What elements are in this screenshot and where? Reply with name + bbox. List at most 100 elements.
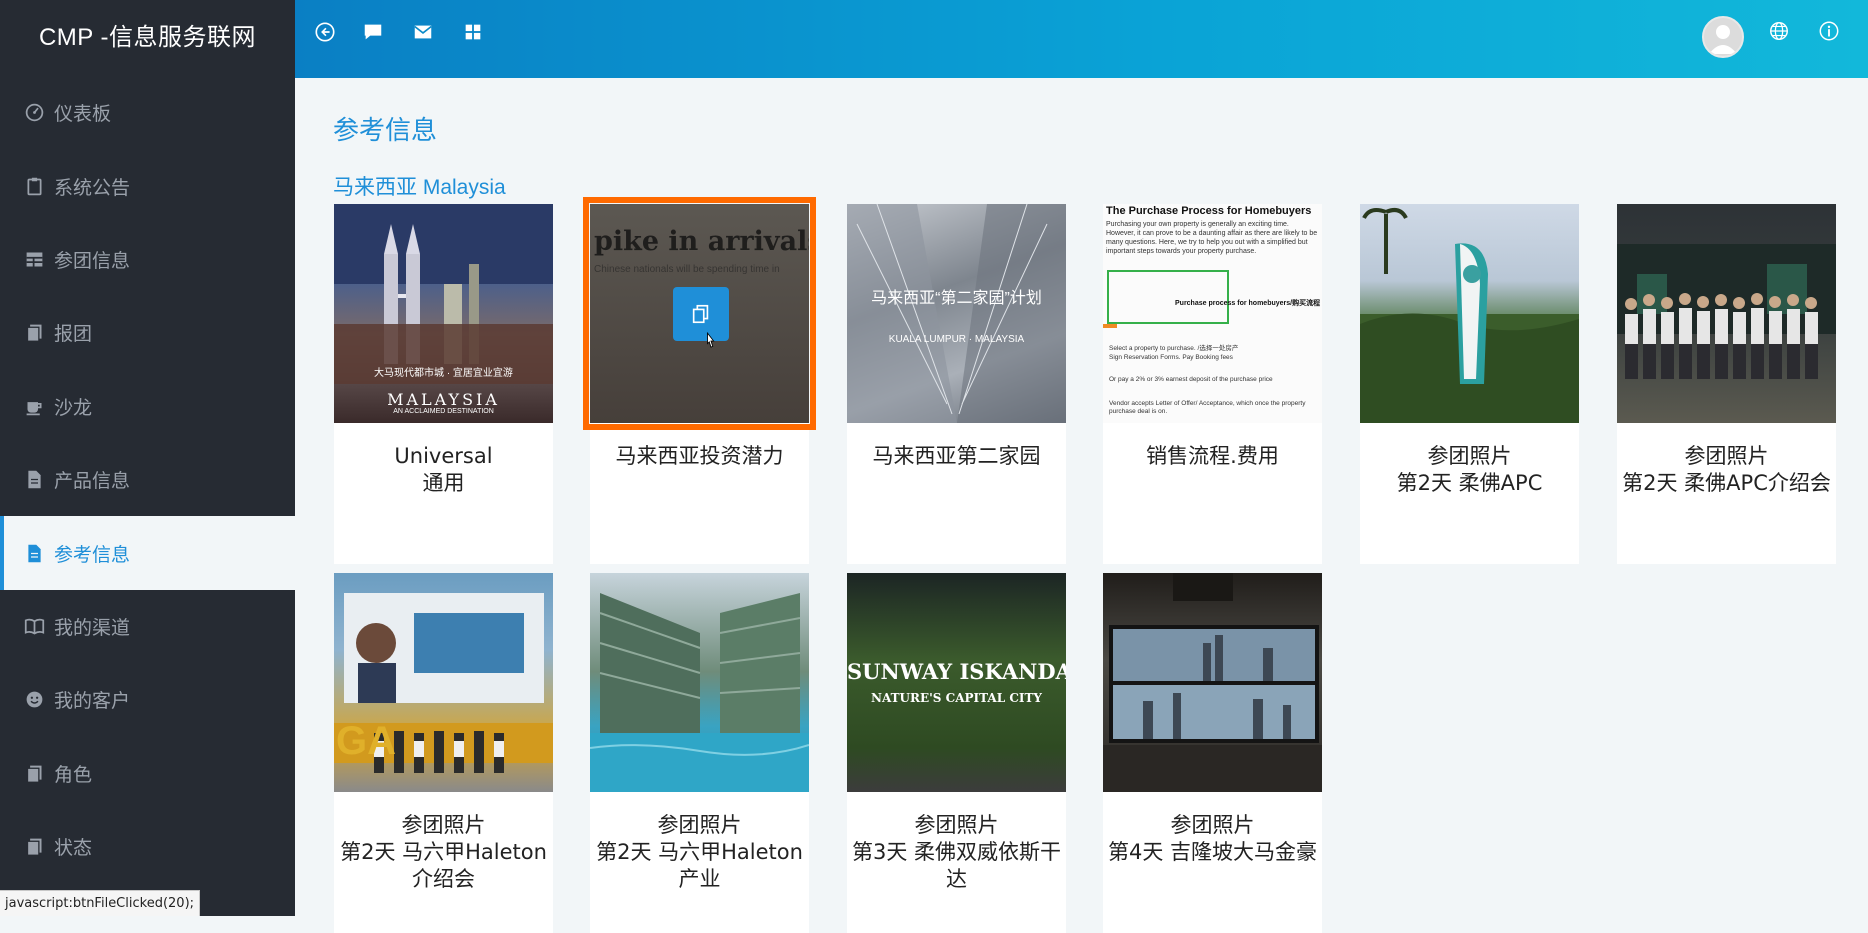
smile-icon <box>22 688 46 712</box>
caption-line: 第2天 马六甲Haleton <box>340 840 547 864</box>
card-caption: 参团照片 第2天 柔佛APC介绍会 <box>1617 423 1836 497</box>
browser-status-bar: javascript:btnFileClicked(20); <box>0 890 201 916</box>
documents-icon <box>22 321 46 345</box>
thumb-caption-cn: 大马现代都市城 · 宜居宜业宜游 <box>374 368 513 379</box>
caption-line: 马来西亚投资潜力 <box>615 444 784 468</box>
file-card[interactable]: The Purchase Process for Homebuyers Purc… <box>1103 204 1322 564</box>
file-card[interactable]: 参团照片 第2天 马六甲Haleton 产业 <box>590 573 809 933</box>
main-content: 参考信息 马来西亚 Malaysia 大马现代都市城 · 宜居宜业宜游 MALA… <box>295 78 1868 933</box>
sidebar: CMP -信息服务联网 仪表板 系统公告 参团信息 报团 沙龙 产品信息 参考信… <box>0 0 295 916</box>
caption-line: 参团照片 <box>1427 444 1512 468</box>
doc-heading: The Purchase Process for Homebuyers <box>1106 205 1312 217</box>
caption-line: 销售流程.费用 <box>1146 444 1279 468</box>
thumb-subline: Chinese nationals will be spending time … <box>594 264 780 275</box>
caption-line: 马来西亚第二家园 <box>872 444 1041 468</box>
back-icon[interactable] <box>311 18 339 46</box>
thumb-caption-tagline: AN ACCLAIMED DESTINATION <box>393 408 494 415</box>
thumb-headline: pike in arrivals fro <box>594 226 809 257</box>
chat-icon[interactable] <box>359 18 387 46</box>
section-title: 马来西亚 Malaysia <box>333 176 506 199</box>
doc-step: Sign Reservation Forms. Pay Booking fees <box>1109 354 1233 361</box>
caption-line: 介绍会 <box>412 867 475 891</box>
caption-line: 第3天 柔佛双威依斯干 <box>851 840 1062 864</box>
copy-button[interactable] <box>673 287 729 341</box>
top-header <box>295 0 1868 78</box>
sidebar-item-label: 产品信息 <box>54 471 131 493</box>
doc-step: Or pay a 2% or 3% earnest deposit of the… <box>1109 376 1273 383</box>
card-thumbnail: 大马现代都市城 · 宜居宜业宜游 MALAYSIA AN ACCLAIMED D… <box>334 204 553 423</box>
doc-intro: Purchasing your own property is generall… <box>1106 221 1318 255</box>
card-caption: 参团照片 第4天 吉隆坡大马金豪 <box>1103 792 1322 866</box>
info-icon[interactable] <box>1815 17 1843 45</box>
doc-step: Select a property to purchase. /选择一处房产 <box>1109 345 1239 352</box>
file-card[interactable]: 参团照片 第2天 柔佛APC介绍会 <box>1617 204 1836 564</box>
file-icon <box>22 541 46 565</box>
clipboard-icon <box>22 174 46 198</box>
card-caption: 马来西亚第二家园 <box>847 423 1066 470</box>
sidebar-item-reference[interactable]: 参考信息 <box>0 516 295 590</box>
copy-icon <box>692 304 709 324</box>
file-card[interactable]: 参团照片 第2天 柔佛APC <box>1360 204 1579 564</box>
sidebar-item-customers[interactable]: 我的客户 <box>0 663 295 736</box>
doc-step: Vendor accepts Letter of Offer/ Acceptan… <box>1109 400 1306 415</box>
sidebar-item-label: 参团信息 <box>54 250 131 272</box>
doc-subheading: Purchase process for homebuyers/购买流程 <box>1175 300 1321 307</box>
sidebar-item-salon[interactable]: 沙龙 <box>0 370 295 443</box>
card-thumbnail: SUNWAY ISKANDAR NATURE'S CAPITAL CITY <box>847 573 1066 792</box>
caption-line: 达 <box>946 867 967 891</box>
sidebar-item-label: 角色 <box>54 764 93 786</box>
sidebar-item-label: 仪表板 <box>54 104 112 126</box>
file-card[interactable]: 大马现代都市城 · 宜居宜业宜游 MALAYSIA AN ACCLAIMED D… <box>334 204 553 564</box>
file-card[interactable]: 参团照片 第4天 吉隆坡大马金豪 <box>1103 573 1322 933</box>
caption-line: 参团照片 <box>657 813 742 837</box>
caption-line: 第2天 柔佛APC介绍会 <box>1622 471 1831 495</box>
card-thumbnail <box>1360 204 1579 423</box>
sidebar-item-label: 系统公告 <box>54 177 131 199</box>
caption-line: 第4天 吉隆坡大马金豪 <box>1107 840 1318 864</box>
thumb-caption-malaysia: MALAYSIA <box>387 390 500 409</box>
thumb-brand: SUNWAY ISKANDAR <box>847 659 1066 684</box>
card-thumbnail: 马来西亚“第二家园”计划 KUALA LUMPUR · MALAYSIA <box>847 204 1066 423</box>
doc-green-box <box>1107 270 1229 324</box>
doc-orange-mark <box>1103 324 1117 328</box>
file-card[interactable]: 马来西亚“第二家园”计划 KUALA LUMPUR · MALAYSIA 马来西… <box>847 204 1066 564</box>
sidebar-item-dashboard[interactable]: 仪表板 <box>0 76 295 149</box>
thumb-subtitle: KUALA LUMPUR · MALAYSIA <box>888 334 1025 345</box>
file-card[interactable]: SUNWAY ISKANDAR NATURE'S CAPITAL CITY 参团… <box>847 573 1066 933</box>
thumb-tagline: NATURE'S CAPITAL CITY <box>870 691 1042 705</box>
sidebar-item-label: 参考信息 <box>54 544 131 566</box>
grid-icon[interactable] <box>459 18 487 46</box>
avatar[interactable] <box>1702 16 1744 58</box>
card-caption: 销售流程.费用 <box>1103 423 1322 470</box>
card-thumbnail: GA <box>334 573 553 792</box>
card-caption: 参团照片 第2天 柔佛APC <box>1360 423 1579 497</box>
card-thumbnail <box>590 573 809 792</box>
card-caption: 参团照片 第3天 柔佛双威依斯干 达 <box>847 792 1066 893</box>
card-thumbnail: The Purchase Process for Homebuyers Purc… <box>1103 204 1322 423</box>
caption-line: 参团照片 <box>914 813 999 837</box>
sidebar-item-label: 我的客户 <box>54 691 131 713</box>
card-caption: 马来西亚投资潜力 <box>590 423 809 470</box>
sidebar-item-announcements[interactable]: 系统公告 <box>0 149 295 222</box>
mail-icon[interactable] <box>409 18 437 46</box>
page-title: 参考信息 <box>333 115 438 145</box>
globe-icon[interactable] <box>1765 17 1793 45</box>
documents-icon <box>22 835 46 859</box>
sidebar-item-channels[interactable]: 我的渠道 <box>0 590 295 663</box>
sidebar-item-products[interactable]: 产品信息 <box>0 443 295 516</box>
caption-line: Universal <box>394 444 493 468</box>
app-brand[interactable]: CMP -信息服务联网 <box>0 0 295 68</box>
coffee-icon <box>22 394 46 418</box>
sidebar-item-label: 我的渠道 <box>54 617 131 639</box>
sidebar-item-signup[interactable]: 报团 <box>0 296 295 369</box>
caption-line: 参团照片 <box>401 813 486 837</box>
file-card-selected[interactable]: pike in arrivals fro Chinese nationals w… <box>583 197 816 564</box>
sidebar-item-roles[interactable]: 角色 <box>0 737 295 810</box>
card-caption: 参团照片 第2天 马六甲Haleton 介绍会 <box>334 792 553 893</box>
caption-line: 第2天 马六甲Haleton <box>596 840 803 864</box>
caption-line: 第2天 柔佛APC <box>1396 471 1543 495</box>
book-icon <box>22 614 46 638</box>
sidebar-item-status[interactable]: 状态 <box>0 810 295 883</box>
sidebar-item-tour-info[interactable]: 参团信息 <box>0 223 295 296</box>
file-card[interactable]: GA 参团照片 第2天 马六甲Haleton 介绍会 <box>334 573 553 933</box>
